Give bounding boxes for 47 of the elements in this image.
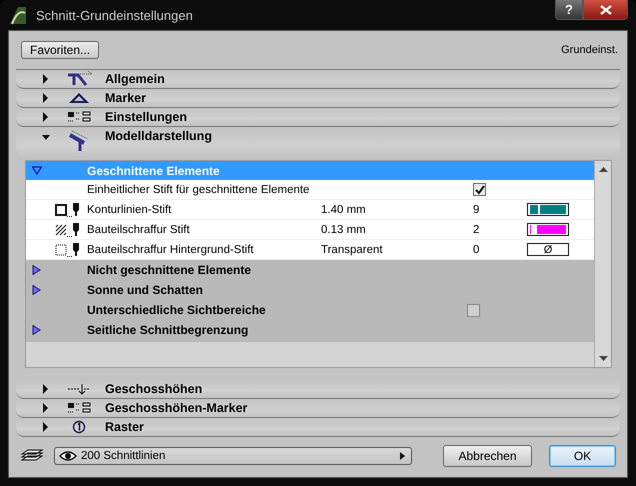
- square-outline-icon: [55, 204, 67, 216]
- pen-number: 2: [473, 224, 480, 236]
- panel-header[interactable]: Geschosshöhen: [16, 380, 620, 399]
- app-logo-icon: [8, 5, 28, 25]
- close-icon: [600, 4, 612, 14]
- pen-weight: Transparent: [321, 244, 384, 256]
- pen-icon: [67, 202, 81, 218]
- check-icon: [474, 184, 484, 194]
- panel-header[interactable]: Marker: [16, 89, 620, 108]
- panel-header[interactable]: Raster: [16, 418, 620, 437]
- pen-number: 9: [473, 204, 480, 216]
- level-line-icon: [66, 381, 92, 397]
- window-title: Schnitt-Grundeinstellungen: [36, 8, 193, 22]
- group-row[interactable]: Sonne und Schatten: [26, 280, 594, 300]
- scroll-down-icon: [598, 356, 608, 361]
- favorites-button[interactable]: Favoriten...: [21, 41, 100, 59]
- preset-label: Grundeinst.: [561, 44, 618, 56]
- group-row[interactable]: Nicht geschnittene Elemente: [26, 260, 594, 280]
- help-button[interactable]: ?: [555, 0, 583, 20]
- panel-header[interactable]: Geschosshöhen-Marker: [16, 399, 620, 418]
- checkbox[interactable]: [473, 183, 486, 196]
- pen-color-swatch[interactable]: Ø: [527, 243, 569, 256]
- scrollbar[interactable]: [594, 161, 611, 367]
- dialog-button[interactable]: OK: [549, 445, 616, 467]
- dropdown-arrow-icon: [400, 452, 405, 460]
- pen-weight: 1.40 mm: [321, 204, 367, 216]
- close-button[interactable]: [583, 0, 628, 20]
- pen-number: 0: [473, 244, 480, 256]
- setting-label: Einheitlicher Stift für geschnittene Elemente: [87, 184, 310, 196]
- section-line-icon: [66, 71, 92, 87]
- hatch-pattern-icon: [55, 224, 67, 236]
- setting-label: Bauteilschraffur Hintergrund-Stift: [87, 244, 255, 256]
- pen-weight: 0.13 mm: [321, 224, 367, 236]
- panel-header[interactable]: Einstellungen: [16, 108, 620, 127]
- eye-icon: [59, 450, 77, 462]
- panel-header[interactable]: Allgemein: [16, 70, 620, 89]
- dotted-square-icon: [55, 244, 67, 256]
- setting-label: Bauteilschraffur Stift: [87, 224, 191, 236]
- setting-label: Konturlinien-Stift: [87, 204, 172, 216]
- layer-combo[interactable]: 200 Schnittlinien: [54, 447, 412, 465]
- pen-icon: [67, 222, 81, 238]
- pen-icon: [67, 242, 81, 258]
- dialog-button[interactable]: Abbrechen: [443, 445, 532, 467]
- pen-color-swatch[interactable]: [527, 223, 569, 236]
- group-row[interactable]: Seitliche Schnittbegrenzung: [26, 320, 594, 340]
- pen-color-swatch[interactable]: [527, 203, 569, 216]
- scroll-up-icon: [598, 167, 608, 172]
